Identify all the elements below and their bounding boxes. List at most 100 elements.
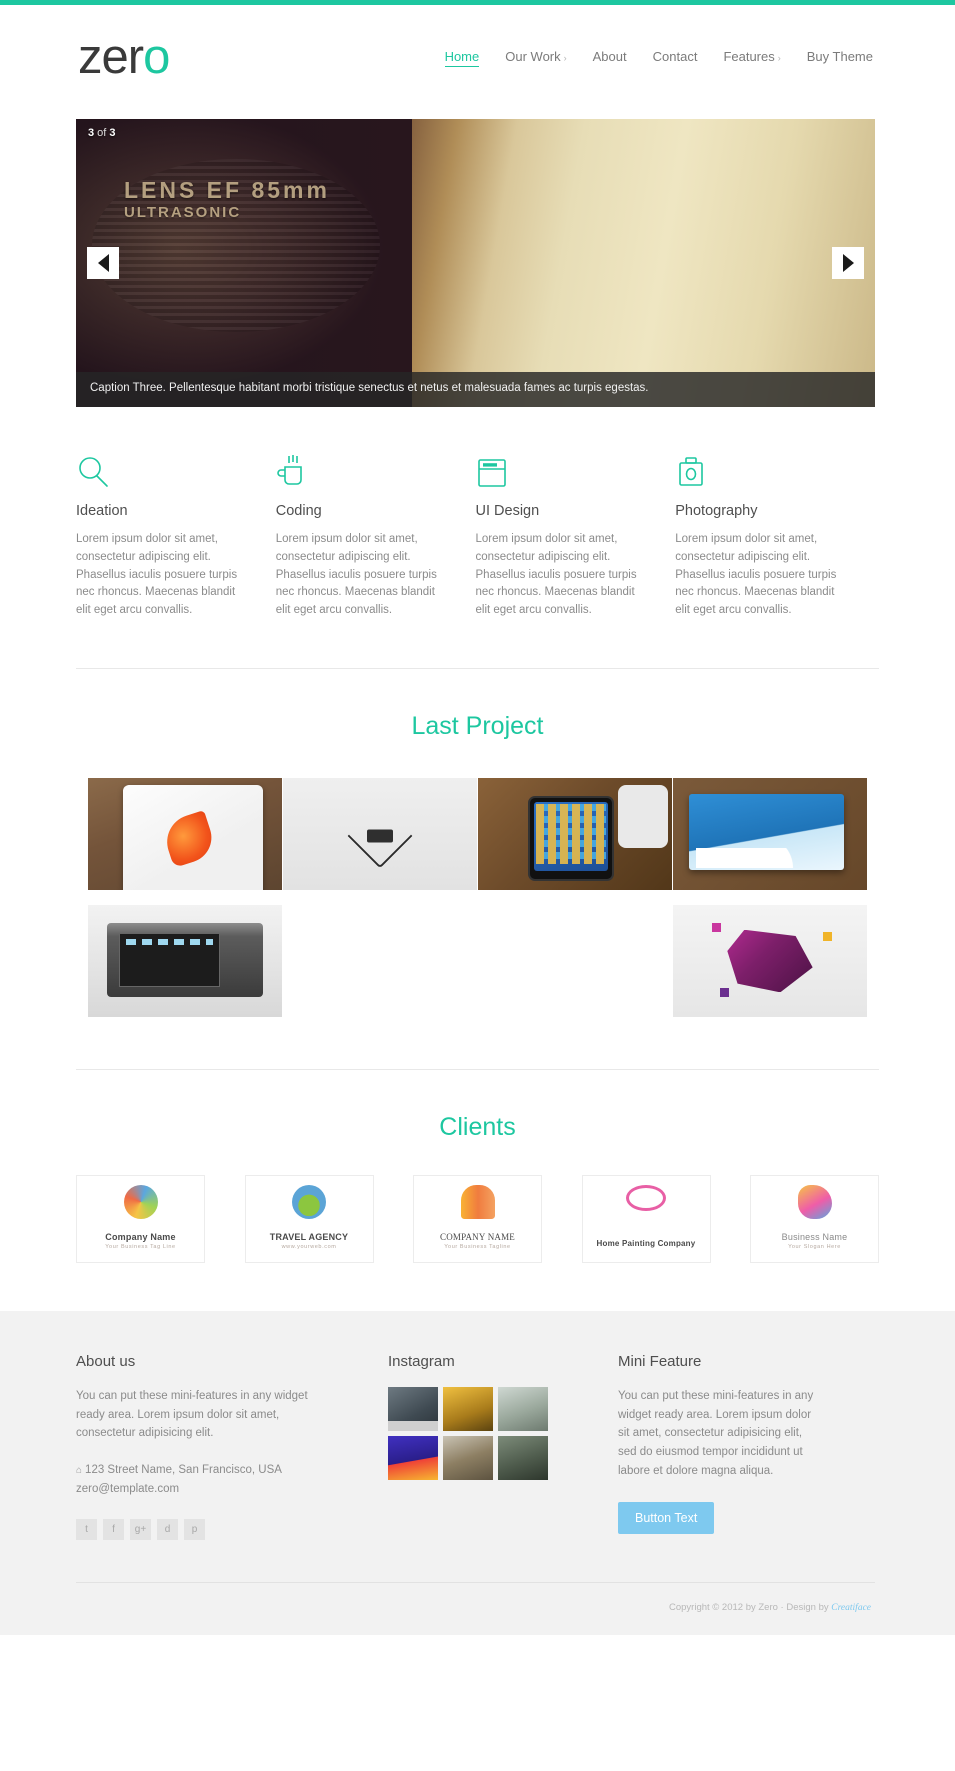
footer-instagram-heading: Instagram: [388, 1353, 455, 1371]
feature-body: Lorem ipsum dolor sit amet, consectetur …: [475, 533, 637, 617]
facebook-icon[interactable]: f: [103, 1518, 124, 1540]
instagram-photo-2[interactable]: [443, 1387, 493, 1432]
portfolio-item-iphone-desk[interactable]: [478, 778, 672, 891]
lcd-rows: [125, 939, 213, 946]
googleplus-icon[interactable]: g+: [130, 1518, 151, 1540]
client-logo-company-name[interactable]: Company Name Your Business Tag Line: [76, 1175, 205, 1264]
feature-body: Lorem ipsum dolor sit amet, consectetur …: [675, 533, 837, 617]
cloud-shape: [696, 847, 813, 868]
browser-window-icon: [476, 443, 642, 489]
dribbble-icon[interactable]: d: [157, 1518, 178, 1540]
client-logo-company-name-2[interactable]: COMPANY NAME Your Business Tagline: [413, 1175, 542, 1264]
nav-item-our-work[interactable]: Our Work ›: [505, 49, 566, 67]
nav-label: Our Work: [505, 48, 561, 64]
coffee-cup-icon: [276, 443, 442, 489]
portfolio-title: Last Project: [411, 712, 544, 741]
gamepad-shape: [367, 829, 393, 843]
feature-title: UI Design: [475, 503, 540, 519]
client-tagline: Your Slogan Here: [788, 1244, 841, 1251]
logo-text: zer: [78, 30, 144, 84]
client-logo-travel-agency[interactable]: TRAVEL AGENCY www.yourweb.com: [244, 1175, 374, 1264]
feature-body: Lorem ipsum dolor sit amet, consectetur …: [275, 533, 437, 617]
client-name: TRAVEL AGENCY: [269, 1232, 349, 1243]
footer-about-heading: About us: [76, 1353, 136, 1371]
client-logo-home-painting[interactable]: Home Painting Company: [581, 1175, 711, 1264]
footer-instagram-column: Instagram: [316, 1353, 556, 1540]
client-tagline: www.yourweb.com: [281, 1244, 337, 1251]
portfolio-item-abstract-3d[interactable]: [673, 905, 867, 1018]
client-logo-business-name[interactable]: Business Name Your Slogan Here: [750, 1175, 879, 1264]
logo-accent-o: o: [143, 30, 170, 84]
footer-cta-button[interactable]: Button Text: [618, 1502, 715, 1535]
hero-slider-wrapper: LENS EF 85mm ULTRASONIC 3 of 3 Caption T…: [0, 110, 955, 407]
footer-email[interactable]: zero@template.com: [76, 1480, 316, 1499]
feature-photography: Photography Lorem ipsum dolor sit amet, …: [675, 443, 875, 620]
location-pin-icon: ⌂: [76, 1464, 83, 1476]
hero-slider[interactable]: LENS EF 85mm ULTRASONIC 3 of 3 Caption T…: [76, 119, 875, 407]
footer-address: 123 Street Name, San Francisco, USA: [85, 1463, 282, 1476]
lens-sub: ULTRASONIC: [123, 203, 242, 221]
slide-counter: 3 of 3: [88, 127, 116, 139]
features-section: Ideation Lorem ipsum dolor sit amet, con…: [0, 407, 955, 620]
footer-address-line: ⌂ 123 Street Name, San Francisco, USA: [76, 1461, 316, 1480]
nav-item-home[interactable]: Home: [444, 49, 479, 67]
portfolio-item-business-card[interactable]: [673, 778, 867, 891]
footer-mini-heading: Mini Feature: [618, 1353, 702, 1371]
chevron-right-icon: ›: [563, 52, 567, 63]
polygon-shape: [727, 929, 813, 993]
cube-bit: [719, 987, 729, 997]
clients-row: Company Name Your Business Tag Line TRAV…: [0, 1142, 955, 1264]
site-logo[interactable]: zer o: [78, 30, 170, 84]
client-tagline: Your Business Tag Line: [105, 1244, 176, 1251]
footer-columns: About us You can put these mini-features…: [76, 1353, 875, 1540]
instagram-photo-1[interactable]: [388, 1387, 438, 1432]
client-name: COMPANY NAME: [440, 1232, 515, 1243]
instagram-photo-4[interactable]: [388, 1436, 438, 1481]
client-logo-art: [292, 1185, 326, 1220]
page-root: zer o Home Our Work › About Contact Featur…: [0, 0, 955, 1635]
slide-of: of: [94, 127, 110, 139]
client-logo-art: [626, 1185, 666, 1212]
right-arrow-icon: [842, 254, 854, 272]
lens-label: LENS EF: [123, 176, 243, 203]
client-tagline: Your Business Tagline: [444, 1244, 511, 1251]
nav-label: Buy Theme: [806, 48, 873, 64]
instagram-photo-5[interactable]: [443, 1436, 493, 1481]
nav-item-about[interactable]: About: [593, 49, 627, 67]
app-grid: [536, 803, 607, 865]
instagram-photo-3[interactable]: [498, 1387, 548, 1432]
nav-item-contact[interactable]: Contact: [653, 49, 698, 67]
instagram-photo-6[interactable]: [498, 1436, 548, 1481]
nav-item-features[interactable]: Features ›: [723, 49, 780, 67]
search-icon: [76, 443, 242, 489]
footer-about-column: About us You can put these mini-features…: [76, 1353, 316, 1540]
footer-contact: ⌂ 123 Street Name, San Francisco, USA zer…: [76, 1461, 316, 1499]
client-name: Company Name: [105, 1232, 176, 1243]
feature-body: Lorem ipsum dolor sit amet, consectetur …: [76, 533, 238, 617]
slider-prev-button[interactable]: [87, 247, 119, 279]
feature-title: Photography: [675, 503, 758, 519]
slide-caption: Caption Three. Pellentesque habitant mor…: [76, 372, 875, 407]
pinterest-icon[interactable]: p: [184, 1518, 205, 1540]
portfolio-item-camera-back[interactable]: [88, 905, 282, 1018]
portfolio-item-tablet-sketch[interactable]: [88, 778, 282, 891]
second-phone: [617, 784, 669, 848]
lens-focal: 85mm: [251, 176, 330, 203]
designer-credit[interactable]: Creatiface: [831, 1603, 871, 1613]
site-footer: About us You can put these mini-features…: [0, 1311, 955, 1635]
nav-label: Features: [723, 48, 775, 64]
slider-next-button[interactable]: [832, 247, 864, 279]
client-logo-art: [460, 1185, 495, 1220]
left-arrow-icon: [97, 254, 109, 272]
footer-mini-text: You can put these mini-features in any w…: [618, 1390, 814, 1477]
feature-title: Coding: [275, 503, 322, 519]
nav-item-buy-theme[interactable]: Buy Theme: [807, 49, 873, 67]
sketch-mark: [159, 810, 218, 869]
footer-mini-feature-column: Mini Feature You can put these mini-feat…: [556, 1353, 816, 1540]
twitter-icon[interactable]: t: [76, 1518, 97, 1540]
social-links: t f g+ d p: [76, 1518, 316, 1540]
copyright: Copyright © 2012 by Zero · Design by Cre…: [76, 1583, 875, 1635]
feature-ui-design: UI Design Lorem ipsum dolor sit amet, co…: [476, 443, 676, 620]
portfolio-item-gamepad-heart[interactable]: [283, 778, 477, 891]
nav-label: Contact: [652, 48, 698, 64]
